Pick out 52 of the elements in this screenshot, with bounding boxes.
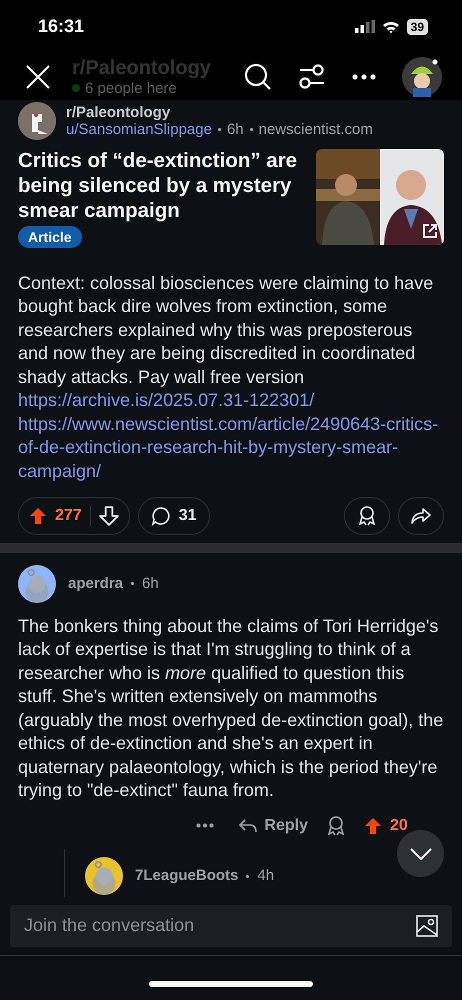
subreddit-name: r/Paleontology (66, 104, 172, 121)
external-link-icon (422, 222, 438, 239)
reply-icon (238, 818, 258, 834)
post-score: 277 (55, 507, 82, 526)
signal-icon (354, 20, 375, 34)
user-avatar[interactable] (18, 564, 56, 603)
separator-dot (246, 874, 250, 878)
battery-level: 39 (406, 18, 428, 35)
subreddit-avatar[interactable] (18, 102, 56, 140)
search-button[interactable] (244, 62, 272, 91)
separator-dot (131, 582, 134, 586)
reply-button[interactable]: Reply (238, 816, 308, 835)
separator-dot (250, 128, 253, 131)
award-button[interactable] (326, 814, 346, 837)
article-link[interactable]: https://www.newscientist.com/article/2490643-critics-of-de-extinction-research-hit-by-mystery-smear-campaign/ (18, 412, 444, 484)
filter-button[interactable] (298, 64, 326, 90)
upvote-button[interactable] (364, 816, 382, 835)
comment-time: 6h (142, 575, 159, 592)
post-body: Context: colossal biosciences were claiming to have bought back dire wolves from extinction, some researchers explained why this was preposterous and now they are being discredited in coordinated shady attacks. Pay wall free version (18, 272, 434, 387)
post-flair: Article (18, 226, 82, 248)
scroll-down-button[interactable] (397, 830, 444, 877)
share-button[interactable] (398, 497, 444, 536)
comment-author[interactable]: 7LeagueBoots (135, 866, 238, 884)
award-icon (357, 505, 377, 528)
wifi-icon (382, 20, 400, 34)
comment-icon (150, 506, 171, 526)
post-domain: newscientist.com (258, 120, 373, 138)
author-link[interactable]: u/SansomianSlippage (66, 120, 212, 138)
image-icon[interactable] (416, 914, 438, 937)
comments-button[interactable]: 31 (138, 497, 210, 536)
presence-text: 6 people here (72, 80, 224, 97)
award-icon (326, 814, 346, 837)
close-button[interactable] (24, 62, 52, 91)
comment-more-button[interactable] (196, 823, 214, 828)
chevron-down-icon (410, 848, 432, 860)
status-time: 16:31 (38, 16, 84, 38)
profile-avatar[interactable] (402, 56, 442, 97)
downvote-button[interactable] (98, 506, 119, 526)
archive-link[interactable]: https://archive.is/2025.07.31-122301/ (18, 390, 314, 410)
comment-time: 4h (257, 866, 274, 884)
post-title: Critics of “de-extinction” are being silenced by a mystery smear campaign (18, 148, 298, 223)
share-icon (411, 507, 431, 526)
post-time: 6h (226, 120, 244, 138)
comment-input-field[interactable]: Join the conversation (10, 904, 452, 947)
user-avatar[interactable] (85, 856, 123, 895)
comment-text: The bonkers thing about the claims of Tori Herridge's lack of expertise is that I'm struggling to think of a researcher who is more qualified to question this stuff. She's written extensively on mammoths (arguably the most overhyped de-extinction goal), the ethics of de-extinction and she's an expert in quaternary palaeontology, which is the period they're trying to "de-extinct" fauna from. (18, 614, 444, 802)
upvote-button[interactable] (29, 507, 47, 526)
comment-author[interactable]: aperdra (68, 575, 124, 592)
separator-dot (218, 128, 221, 131)
more-button[interactable] (352, 74, 376, 80)
award-button[interactable] (344, 497, 390, 536)
comment-score: 20 (390, 816, 408, 835)
